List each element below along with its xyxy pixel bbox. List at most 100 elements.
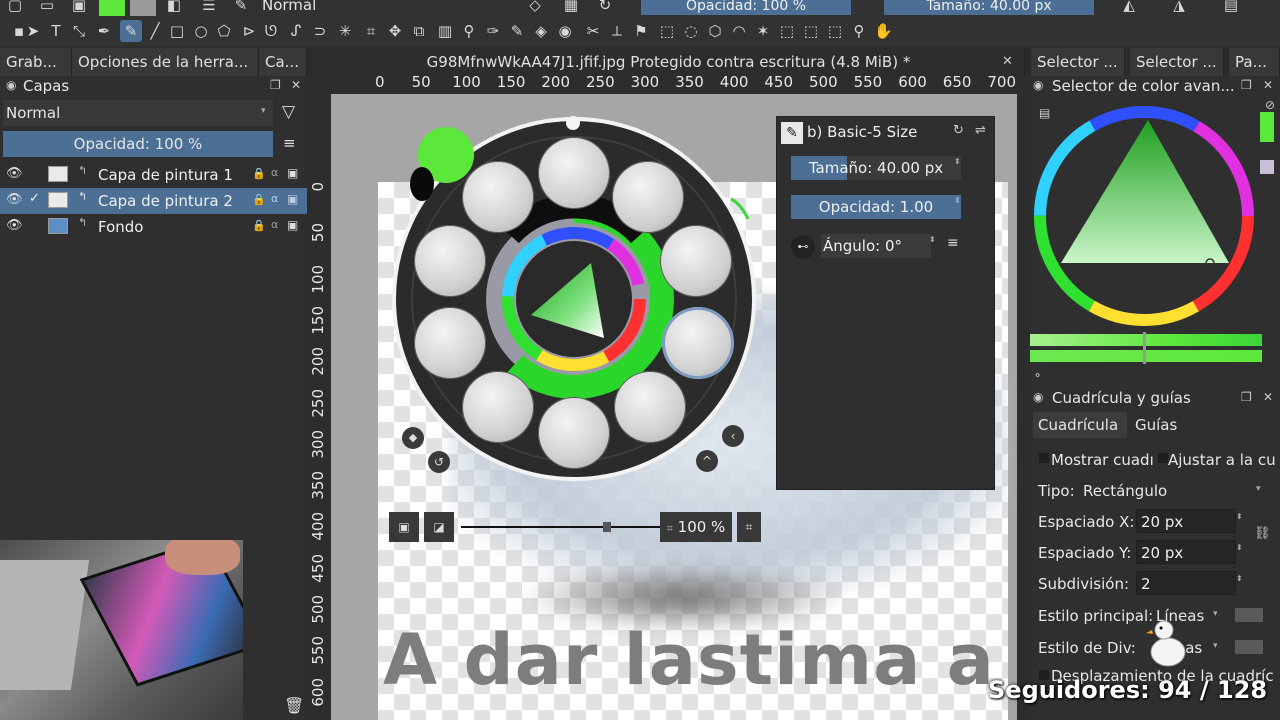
save-icon[interactable]: ▣ (70, 0, 88, 14)
popup-palette[interactable]: ◆ ↺ ‹ ^ (390, 115, 757, 482)
spin-icon[interactable]: ⬍ (1236, 543, 1243, 552)
mirror-view-icon[interactable]: ◪ (424, 512, 454, 542)
float-docker-icon[interactable]: ❐ (1241, 390, 1252, 404)
spin-icon[interactable]: ⬍ (1236, 574, 1243, 583)
pin-icon[interactable]: ⇌ (975, 123, 986, 138)
angle-field[interactable]: Ángulo: 0° (821, 234, 931, 258)
mirror-vertical-icon[interactable]: ◮ (1170, 0, 1188, 14)
text-tool-icon[interactable]: T (47, 22, 65, 40)
lock-icon[interactable]: 🔒 (252, 219, 266, 232)
brush-preset-eraser-soft[interactable] (612, 161, 684, 233)
polygon-select-icon[interactable]: ⬡ (706, 22, 724, 40)
brush-preset-pencil-1[interactable] (414, 225, 486, 297)
zoom-tool-icon[interactable]: ⚲ (850, 22, 868, 40)
spacing-x-input[interactable]: 20 px (1136, 509, 1236, 533)
brush-preset-ink-1[interactable] (462, 161, 534, 233)
zoom-value[interactable]: ⌗ 100 % (660, 512, 732, 542)
subdivision-input[interactable]: 2 (1136, 571, 1236, 595)
popup-background-color[interactable] (410, 167, 434, 201)
transform-tool-icon[interactable]: ⧉ (410, 22, 428, 40)
smart-patch-icon[interactable]: ✎ (508, 22, 526, 40)
outline-select-icon[interactable]: ◠ (730, 22, 748, 40)
lock-icon[interactable]: 🔒 (252, 167, 266, 180)
tab-tool-options[interactable]: Opciones de la herra... (72, 48, 259, 76)
spacing-y-input[interactable]: 20 px (1136, 540, 1236, 564)
polygon-tool-icon[interactable]: ⬠ (215, 22, 233, 40)
visibility-eye-icon[interactable]: 👁 (6, 166, 23, 181)
pan-tool-icon[interactable]: ✋ (874, 22, 893, 40)
dynamic-brush-icon[interactable]: ⊃ (311, 22, 329, 40)
inherit-alpha-icon[interactable]: ▣ (287, 218, 298, 232)
tab-grid[interactable]: Cuadrícula (1033, 412, 1127, 438)
freehand-path-icon[interactable]: ᔑ (287, 22, 305, 40)
chevron-left-icon[interactable]: ‹ (722, 425, 744, 447)
calligraphy-icon[interactable]: ✒ (95, 22, 113, 40)
layer-opacity-slider[interactable]: Opacidad: 100 % (3, 131, 273, 157)
gradient-tool-icon[interactable]: ▥ (436, 22, 454, 40)
close-docker-icon[interactable]: ✕ (1263, 390, 1273, 404)
no-color-icon[interactable]: ⊘ (1265, 98, 1275, 112)
spin-icon[interactable]: ⬍ (1236, 512, 1243, 521)
alpha-icon[interactable]: α (271, 166, 278, 179)
multibrush-icon[interactable]: ✳ (336, 22, 354, 40)
hue-slider[interactable] (1030, 334, 1262, 346)
tag-icon[interactable]: ◆ (402, 427, 424, 449)
recent-color-lilac[interactable] (1260, 160, 1274, 174)
spin-icon[interactable]: ⬍ (929, 235, 936, 244)
color-picker-icon[interactable]: ⚲ (460, 22, 478, 40)
reload-icon[interactable]: ↻ (953, 123, 964, 138)
float-docker-icon[interactable]: ❐ (270, 78, 281, 92)
div-style-color[interactable] (1235, 640, 1263, 654)
enclose-fill-icon[interactable]: ◉ (556, 22, 574, 40)
tab-grab[interactable]: Grab... (0, 48, 72, 76)
crop-tool-icon[interactable]: ⌗ (362, 22, 380, 40)
swap-colors-icon[interactable]: ◧ (165, 0, 183, 14)
menu-icon[interactable]: ≡ (947, 235, 959, 251)
foreground-color-swatch[interactable] (99, 0, 125, 16)
layer-row[interactable]: 👁 ↰ Fondo 🔒 α ▣ (0, 214, 307, 240)
float-docker-icon[interactable]: ❐ (1241, 78, 1252, 92)
close-docker-icon[interactable]: ✕ (1263, 78, 1273, 92)
trash-icon[interactable]: 🗑 (284, 696, 304, 715)
size-field[interactable]: Tamaño: 40.00 px (791, 156, 961, 180)
close-docker-icon[interactable]: ✕ (291, 78, 301, 92)
docker-lock-icon[interactable]: ◉ (1033, 390, 1043, 404)
reload-preset-icon[interactable]: ↻ (596, 0, 614, 14)
angle-dial-icon[interactable]: ⊷ (791, 235, 815, 259)
layer-row[interactable]: 👁 ↰ Capa de pintura 1 🔒 α ▣ (0, 162, 307, 188)
open-document-icon[interactable]: ▭ (38, 0, 56, 14)
assistant-tool-icon[interactable]: ✂ (584, 22, 602, 40)
zoom-slider-handle[interactable] (603, 522, 611, 532)
bezier-tool-icon[interactable]: ᘎ (262, 22, 280, 40)
tab-selector-2[interactable]: Selector ... (1130, 48, 1224, 76)
edit-shapes-icon[interactable]: ⤡ (70, 22, 88, 40)
layer-blend-mode-select[interactable]: Normal ▾ (3, 100, 273, 126)
ellipse-tool-icon[interactable]: ○ (192, 22, 210, 40)
visibility-eye-icon[interactable]: 👁 (6, 218, 23, 233)
reset-zoom-icon[interactable]: ⌗ (737, 512, 761, 542)
bezier-select-icon[interactable]: ⬚ (802, 22, 820, 40)
chevron-up-icon[interactable]: ^ (696, 450, 718, 472)
reference-tool-icon[interactable]: ⚑ (632, 22, 650, 40)
tab-palette[interactable]: Pa... (1229, 48, 1280, 76)
blend-mode-select[interactable]: Normal (262, 0, 316, 14)
brush-preset-pencil-2[interactable] (414, 307, 486, 379)
reset-icon[interactable]: ↺ (428, 451, 450, 473)
fill-tool-icon[interactable]: ◈ (532, 22, 550, 40)
line-tool-icon[interactable]: ╱ (146, 22, 164, 40)
color-mask-icon[interactable]: ✑ (484, 22, 502, 40)
alpha-icon[interactable]: α (271, 218, 278, 231)
fit-view-icon[interactable]: ▣ (389, 512, 419, 542)
docker-lock-icon[interactable]: ◉ (1033, 78, 1043, 92)
opacity-field[interactable]: Opacidad: 1.00 (791, 195, 961, 219)
docker-lock-icon[interactable]: ◉ (6, 78, 16, 92)
brush-presets-icon[interactable]: ✎ (232, 0, 250, 14)
show-grid-checkbox[interactable] (1039, 453, 1049, 463)
ellipse-select-icon[interactable]: ◌ (682, 22, 700, 40)
visibility-eye-icon[interactable]: 👁 (6, 192, 23, 207)
spin-icon[interactable]: ⬍ (954, 157, 961, 166)
mirror-horizontal-icon[interactable]: ◭ (1120, 0, 1138, 14)
size-slider[interactable]: Tamaño: 40.00 px (884, 0, 1094, 15)
new-document-icon[interactable]: ▢ (6, 0, 24, 14)
recent-color-green[interactable] (1260, 112, 1274, 142)
